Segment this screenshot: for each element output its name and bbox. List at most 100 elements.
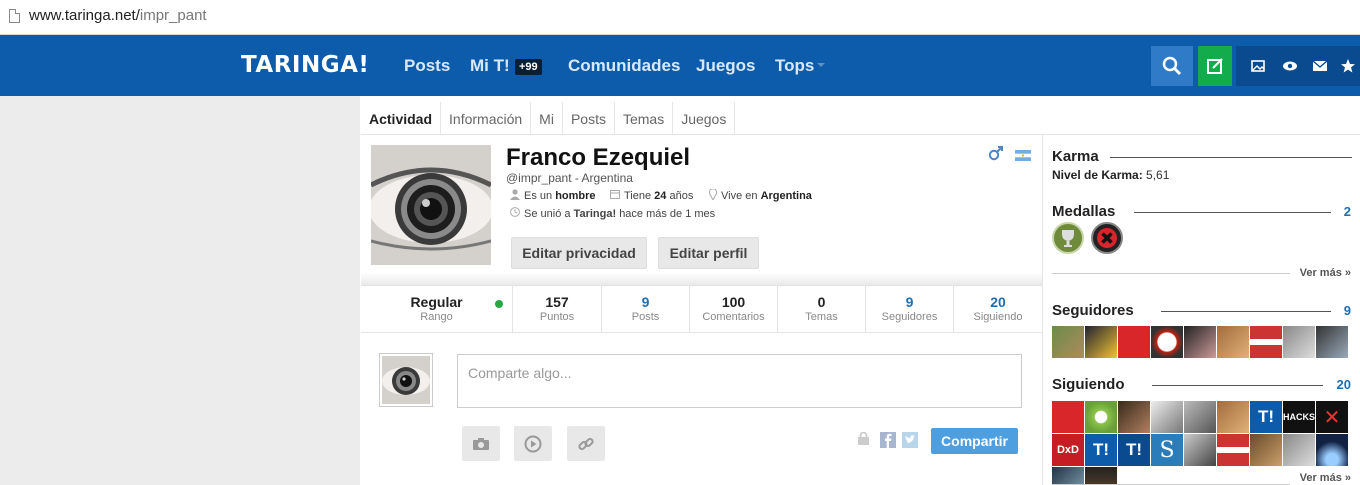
karma-level: Nivel de Karma: 5,61 xyxy=(1052,168,1170,182)
star-icon[interactable] xyxy=(1340,58,1356,74)
posts-value: 9 xyxy=(641,294,650,310)
topics-value: 0 xyxy=(817,294,826,310)
facebook-icon[interactable] xyxy=(880,432,896,453)
following-avatar[interactable] xyxy=(1283,434,1315,466)
attach-link-button[interactable] xyxy=(567,426,605,461)
edit-privacy-button[interactable]: Editar privacidad xyxy=(511,237,647,269)
medals-more-divider xyxy=(1052,273,1290,274)
eye-icon[interactable] xyxy=(1282,58,1298,74)
nav-juegos[interactable]: Juegos xyxy=(696,56,756,76)
follower-avatar[interactable] xyxy=(1052,326,1084,358)
following-avatar[interactable] xyxy=(1217,434,1249,466)
rank-label: Rango xyxy=(420,311,453,323)
edit-icon xyxy=(1207,58,1223,74)
following-avatar[interactable] xyxy=(1316,434,1348,466)
location-pin-icon xyxy=(708,188,718,203)
following-value: 20 xyxy=(990,294,1006,310)
following-avatar-dd[interactable]: DxD xyxy=(1052,434,1084,466)
attach-video-button[interactable] xyxy=(514,426,552,461)
x-medal[interactable] xyxy=(1091,222,1123,254)
follower-avatar[interactable] xyxy=(1151,326,1183,358)
followers-value: 9 xyxy=(905,294,914,310)
tab-actividad[interactable]: Actividad xyxy=(361,102,442,135)
argentina-flag-icon xyxy=(1015,148,1031,161)
following-avatar[interactable] xyxy=(1250,434,1282,466)
nav-mi-t[interactable]: Mi T! xyxy=(470,56,510,76)
nav-comunidades[interactable]: Comunidades xyxy=(568,56,680,76)
following-avatar[interactable] xyxy=(1052,401,1084,433)
new-post-button[interactable] xyxy=(1198,46,1232,86)
follower-avatar[interactable] xyxy=(1118,326,1150,358)
following-avatar[interactable] xyxy=(1151,401,1183,433)
followers-count[interactable]: 9 xyxy=(1344,303,1351,318)
edit-profile-button[interactable]: Editar perfil xyxy=(658,237,759,269)
taringa-logo[interactable]: TARINGA! xyxy=(241,52,369,78)
following-avatar-s[interactable]: S xyxy=(1151,434,1183,466)
nav-tops[interactable]: Tops xyxy=(775,56,814,76)
following-avatar[interactable] xyxy=(1085,467,1117,485)
age-info: Tiene 24 años xyxy=(610,189,693,202)
medals-title: Medallas xyxy=(1052,203,1116,220)
follower-avatar[interactable] xyxy=(1217,326,1249,358)
stat-following[interactable]: 20 Siguiendo xyxy=(954,286,1042,332)
medals-count[interactable]: 2 xyxy=(1344,204,1351,219)
medals-see-more-link[interactable]: Ver más » xyxy=(1300,267,1351,279)
play-icon xyxy=(524,435,542,452)
follower-avatar[interactable] xyxy=(1250,326,1282,358)
karma-divider xyxy=(1110,157,1352,158)
follower-avatar[interactable] xyxy=(1316,326,1348,358)
left-gutter xyxy=(0,96,360,485)
follower-avatar[interactable] xyxy=(1085,326,1117,358)
camera-icon xyxy=(473,438,489,450)
following-avatar-taringa-2[interactable]: T! xyxy=(1085,434,1117,466)
trophy-icon xyxy=(1062,230,1074,247)
tab-temas[interactable]: Temas xyxy=(615,102,674,135)
follower-avatar[interactable] xyxy=(1184,326,1216,358)
twitter-icon[interactable] xyxy=(902,432,918,453)
nav-posts[interactable]: Posts xyxy=(404,56,450,76)
following-avatar[interactable] xyxy=(1085,401,1117,433)
comments-value: 100 xyxy=(721,294,746,310)
following-avatar-taringa-3[interactable]: T! xyxy=(1118,434,1150,466)
following-avatar[interactable] xyxy=(1118,401,1150,433)
lock-icon[interactable] xyxy=(858,431,869,450)
following-avatar[interactable] xyxy=(1052,467,1084,485)
tab-informacion[interactable]: Información xyxy=(441,102,532,135)
stat-rank: Regular Rango xyxy=(361,286,513,332)
profile-handle: @impr_pant - Argentina xyxy=(506,171,633,185)
mail-icon[interactable] xyxy=(1312,58,1328,74)
search-button[interactable] xyxy=(1151,46,1193,86)
following-avatar-hacks[interactable]: HACKS xyxy=(1283,401,1315,433)
follower-avatar[interactable] xyxy=(1283,326,1315,358)
gender-info: Es un hombre xyxy=(510,189,596,203)
profile-avatar[interactable] xyxy=(371,145,491,265)
stat-posts[interactable]: 9 Posts xyxy=(602,286,690,332)
compose-avatar xyxy=(379,353,433,407)
url-text[interactable]: www.taringa.net/impr_pant xyxy=(29,7,207,24)
share-button[interactable]: Compartir xyxy=(931,428,1018,454)
following-avatar-taringa[interactable]: T! xyxy=(1250,401,1282,433)
tab-juegos[interactable]: Juegos xyxy=(673,102,736,135)
following-count[interactable]: 20 xyxy=(1337,377,1351,392)
following-avatar[interactable] xyxy=(1217,401,1249,433)
following-avatar-x[interactable]: ✕ xyxy=(1316,401,1348,433)
tab-mi[interactable]: Mi xyxy=(531,102,563,135)
following-avatar[interactable] xyxy=(1184,434,1216,466)
location-info: Vive en Argentina xyxy=(708,188,812,203)
address-bar[interactable]: www.taringa.net/impr_pant xyxy=(0,0,1360,35)
stat-followers[interactable]: 9 Seguidores xyxy=(866,286,954,332)
following-see-more-link[interactable]: Ver más » xyxy=(1300,472,1351,484)
tab-posts[interactable]: Posts xyxy=(563,102,615,135)
following-avatar[interactable] xyxy=(1184,401,1216,433)
top-navbar: TARINGA! Posts Mi T! +99 Comunidades Jue… xyxy=(0,35,1360,96)
trophy-medal[interactable] xyxy=(1052,222,1084,254)
compose-input[interactable]: Comparte algo... xyxy=(457,354,1022,408)
following-divider xyxy=(1152,385,1323,386)
attach-photo-button[interactable] xyxy=(462,426,500,461)
chevron-down-icon xyxy=(817,63,825,67)
profile-name: Franco Ezequiel xyxy=(506,144,691,171)
male-icon xyxy=(988,145,1004,166)
profile-card: Franco Ezequiel @impr_pant - Argentina E… xyxy=(361,135,1042,485)
profile-tabs: Actividad Información Mi Posts Temas Jue… xyxy=(361,102,736,135)
image-icon[interactable] xyxy=(1250,58,1266,74)
